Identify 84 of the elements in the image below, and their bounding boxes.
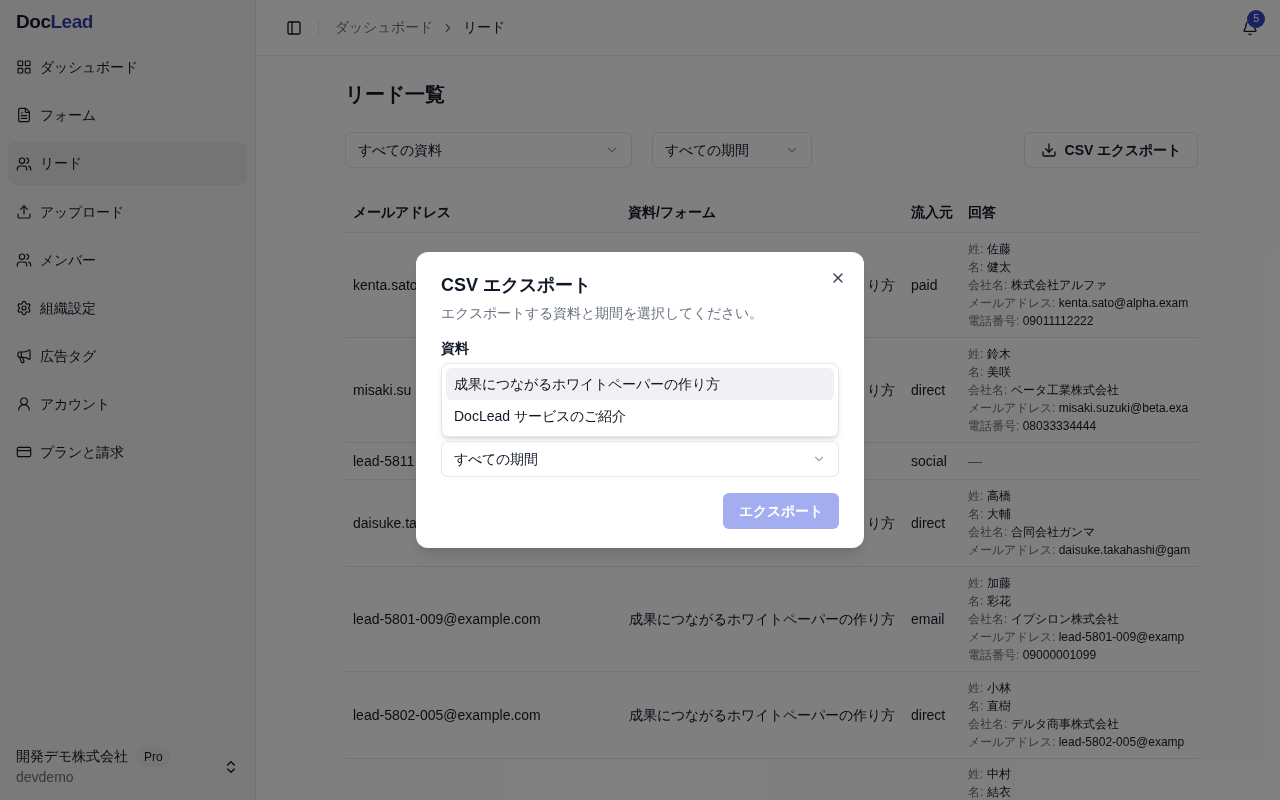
answer-line: メールアドレス: misaki.suzuki@beta.exa [968,400,1190,417]
table-cell: lead-5802-005@example.com [353,706,541,723]
nav-item[interactable]: プランと請求 [8,436,247,468]
card-icon [16,444,32,460]
table-cell: direct [911,514,946,531]
column-header: メールアドレス [352,202,452,222]
answer-line: 姓: 佐藤 [968,241,1012,258]
nav-item[interactable]: アップロード [8,196,247,228]
nav-item[interactable]: メンバー [8,244,247,276]
org-name: 開発デモ株式会社 [16,747,128,766]
table-cell: misaki.su [353,381,412,398]
answer-line: メールアドレス: daisuke.takahashi@gam [968,542,1191,559]
field-label: 資料 [441,339,470,358]
table-cell: kenta.sato [353,276,418,293]
dropdown-option[interactable]: 成果につながるホワイトペーパーの作り方 [446,368,834,400]
answer-line: 電話番号: 09000001099 [968,647,1098,664]
table-cell: direct [911,381,946,398]
dialog-title: CSV エクスポート [441,274,592,297]
page-title: リード一覧 [345,82,446,107]
answer-line: 名: 結衣 [968,784,1012,800]
dialog-description: エクスポートする資料と期間を選択してください。 [441,304,764,323]
plan-badge: Pro [136,746,171,767]
nav-item[interactable]: アカウント [8,388,247,420]
answer-line: メールアドレス: kenta.sato@alpha.exam [968,295,1190,312]
org-slug: devdemo [16,768,75,787]
period-select[interactable]: すべての期間 [441,441,839,477]
breadcrumb-current: リード [463,18,505,37]
answer-line: 会社名: 株式会社アルファ [968,277,1108,294]
nav-item[interactable]: 広告タグ [8,340,247,372]
document-icon [16,107,32,123]
answer-line: 姓: 加藤 [968,575,1012,592]
answer-line: 名: 直樹 [968,698,1012,715]
filter-select[interactable]: すべての期間 [652,132,812,168]
download-icon [1040,142,1057,158]
nav-item[interactable]: 組織設定 [8,292,247,324]
answer-line: 電話番号: 08033334444 [968,418,1098,435]
answer-line: 会社名: イプシロン株式会社 [968,611,1120,628]
nav-item[interactable]: フォーム [8,99,247,131]
answer-line: 名: 健太 [968,259,1012,276]
table-cell-text: 成果につながるホワイトペーパーの作り方 [629,609,895,629]
table-cell-text: り方 [867,275,895,295]
answer-line: 姓: 小林 [968,680,1012,697]
table-cell: direct [911,706,946,723]
column-header: 資料/フォーム [627,202,717,222]
table-cell: social [911,452,947,469]
answer-line: 姓: 鈴木 [968,346,1012,363]
answer-line: 姓: 中村 [968,766,1012,783]
people-icon [16,252,32,268]
column-header: 流入元 [910,202,954,222]
settings-icon [16,300,32,316]
answer-line: 名: 彩花 [968,593,1012,610]
answer-line: 名: 美咲 [968,364,1012,381]
answer-line: 会社名: デルタ商事株式会社 [968,716,1120,733]
nav-item[interactable]: リード [8,142,247,185]
notification-badge: 5 [1247,9,1266,28]
logo: DocLead [15,10,94,34]
table-cell: daisuke.ta [353,514,417,531]
table-cell-text: — [968,452,983,470]
breadcrumb-link[interactable]: ダッシュボード [335,17,433,38]
answer-line: メールアドレス: lead-5801-009@examp [968,629,1186,646]
table-cell-text: り方 [867,380,895,400]
dropdown-option[interactable]: DocLead サービスのご紹介 [446,400,834,432]
table-cell: lead-5801-009@example.com [353,610,541,627]
table-cell: email [911,610,945,627]
answer-line: メールアドレス: lead-5802-005@examp [968,734,1186,751]
nav-item[interactable]: ダッシュボード [8,51,247,83]
megaphone-icon [16,348,32,364]
answer-line: 会社名: ベータ工業株式会社 [968,382,1120,399]
filter-select[interactable]: すべての資料 [345,132,632,168]
table-cell-text: り方 [867,513,895,533]
csv-export-button[interactable]: CSV エクスポート [1023,132,1199,168]
table-cell-text: 成果につながるホワイトペーパーの作り方 [629,705,895,725]
answer-line: 名: 大輔 [968,506,1012,523]
column-header: 回答 [967,202,997,222]
sidebar-toggle-icon[interactable] [286,19,302,36]
table-cell: paid [911,276,938,293]
people-icon [16,155,32,172]
grid-icon [16,59,32,75]
upload-icon [16,204,32,220]
person-icon [16,396,32,412]
answer-line: 会社名: 合同会社ガンマ [968,524,1096,541]
answer-line: 電話番号: 09011112222 [968,313,1095,330]
table-cell: lead-5811 [353,452,415,469]
answer-line: 姓: 高橋 [968,488,1012,505]
